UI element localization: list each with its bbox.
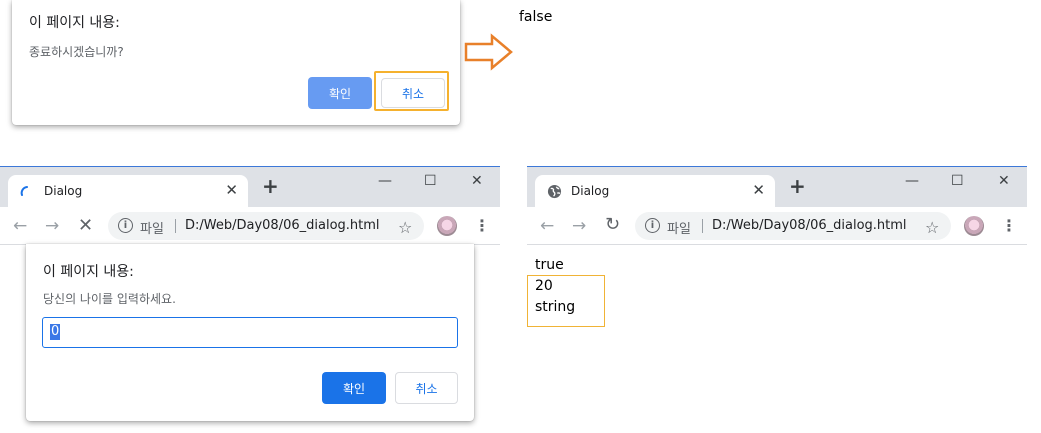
omnibox-label: 파일 <box>667 222 691 237</box>
minimize-button[interactable]: — <box>905 173 919 189</box>
tab-title: Dialog <box>44 184 83 198</box>
close-window-button[interactable]: ✕ <box>471 173 483 189</box>
kebab-menu-icon[interactable]: ⋮ <box>474 216 490 235</box>
minimize-button[interactable]: — <box>378 173 392 189</box>
cancel-highlight-box <box>374 71 449 111</box>
dialog-message: 종료하시겠습니까? <box>29 45 124 59</box>
forward-icon[interactable]: → <box>45 216 59 236</box>
star-icon[interactable]: ☆ <box>925 218 939 237</box>
back-icon[interactable]: ← <box>13 216 27 236</box>
globe-icon <box>547 184 562 199</box>
output-highlight-box <box>527 275 605 327</box>
maximize-button[interactable]: ☐ <box>424 173 437 189</box>
toolbar: ← → ✕ i 파일 D:/Web/Day08/06_dialog.html ☆… <box>0 207 500 245</box>
cancel-button[interactable]: 취소 <box>395 372 458 404</box>
close-tab-icon[interactable]: ✕ <box>225 181 238 199</box>
address-bar[interactable]: i 파일 D:/Web/Day08/06_dialog.html ☆ <box>108 212 424 240</box>
result-text: false <box>519 9 553 25</box>
close-window-button[interactable]: ✕ <box>998 173 1010 189</box>
prompt-dialog: 이 페이지 내용: 당신의 나이를 입력하세요. 0 확인 취소 <box>26 244 474 421</box>
address-bar[interactable]: i 파일 D:/Web/Day08/06_dialog.html ☆ <box>635 212 951 240</box>
tab-title: Dialog <box>571 184 610 198</box>
right-arrow-icon <box>464 33 513 71</box>
tab-dialog[interactable]: Dialog ✕ <box>8 175 248 208</box>
info-icon[interactable]: i <box>118 218 133 233</box>
avatar[interactable] <box>437 216 457 236</box>
tab-strip: Dialog ✕ + — ☐ ✕ <box>527 167 1027 208</box>
dialog-title: 이 페이지 내용: <box>29 15 120 31</box>
back-icon[interactable]: ← <box>540 216 554 236</box>
kebab-menu-icon[interactable]: ⋮ <box>1001 216 1017 235</box>
tab-strip: Dialog ✕ + — ☐ ✕ <box>0 167 500 208</box>
stop-icon[interactable]: ✕ <box>78 215 93 236</box>
maximize-button[interactable]: ☐ <box>951 173 964 189</box>
new-tab-button[interactable]: + <box>789 174 806 198</box>
close-tab-icon[interactable]: ✕ <box>752 181 765 199</box>
ok-button[interactable]: 확인 <box>322 372 386 404</box>
dialog-title: 이 페이지 내용: <box>43 264 134 280</box>
avatar[interactable] <box>964 216 984 236</box>
input-value: 0 <box>50 324 61 340</box>
url-text: D:/Web/Day08/06_dialog.html <box>185 218 380 233</box>
forward-icon[interactable]: → <box>572 216 586 236</box>
reload-icon[interactable]: ↻ <box>605 214 620 235</box>
omnibox-label: 파일 <box>140 222 164 237</box>
tab-dialog[interactable]: Dialog ✕ <box>535 175 775 208</box>
right-browser-window: Dialog ✕ + — ☐ ✕ ← → ↻ i 파일 D:/Web/Day08… <box>527 166 1027 433</box>
confirm-dialog: 이 페이지 내용: 종료하시겠습니까? 확인 취소 <box>12 0 460 125</box>
ok-button[interactable]: 확인 <box>308 77 372 109</box>
loading-spinner-icon <box>20 186 28 196</box>
url-text: D:/Web/Day08/06_dialog.html <box>712 218 907 233</box>
toolbar: ← → ↻ i 파일 D:/Web/Day08/06_dialog.html ☆… <box>527 207 1027 245</box>
new-tab-button[interactable]: + <box>262 174 279 198</box>
prompt-input[interactable]: 0 <box>42 317 458 348</box>
star-icon[interactable]: ☆ <box>398 218 412 237</box>
dialog-message: 당신의 나이를 입력하세요. <box>43 292 176 306</box>
info-icon[interactable]: i <box>645 218 660 233</box>
output-line-true: true <box>535 257 564 273</box>
